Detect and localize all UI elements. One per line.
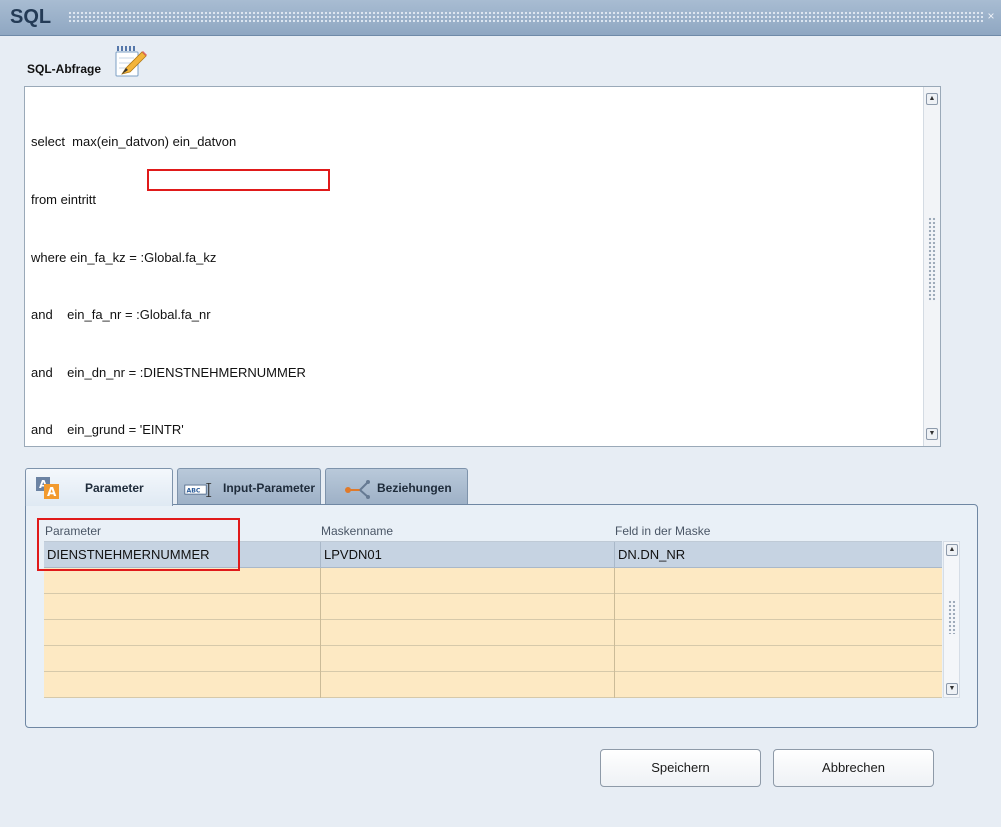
tab-beziehungen-label: Beziehungen <box>377 481 452 495</box>
table-row[interactable] <box>44 594 942 620</box>
column-header-maskenname: Maskenname <box>321 524 394 538</box>
cell-parameter[interactable] <box>44 620 321 646</box>
table-body: DIENSTNEHMERNUMMER LPVDN01 DN.DN_NR <box>44 541 942 698</box>
cell-feld[interactable] <box>615 620 942 646</box>
sql-line: and ein_dn_nr = :DIENSTNEHMERNUMMER <box>31 364 306 380</box>
cell-maskenname[interactable] <box>321 620 615 646</box>
pencil-notepad-icon <box>115 46 147 77</box>
cell-feld[interactable] <box>615 646 942 672</box>
table-row[interactable] <box>44 620 942 646</box>
close-icon[interactable]: × <box>985 10 997 22</box>
cell-maskenname[interactable] <box>321 594 615 620</box>
column-header-parameter: Parameter <box>45 524 102 538</box>
title-bar-grip[interactable] <box>68 11 983 24</box>
tab-parameter-label: Parameter <box>85 481 144 495</box>
save-button[interactable]: Speichern <box>600 749 761 787</box>
cell-parameter[interactable] <box>44 672 321 698</box>
sql-code[interactable]: select max(ein_datvon) ein_datvon from e… <box>31 94 914 478</box>
table-header: Parameter Maskenname Feld in der Maske <box>44 516 942 541</box>
sql-line: where ein_fa_kz = :Global.fa_kz <box>31 249 217 265</box>
sql-query-label: SQL-Abfrage <box>27 62 102 76</box>
cell-parameter[interactable]: DIENSTNEHMERNUMMER <box>44 542 321 568</box>
cell-maskenname[interactable] <box>321 568 615 594</box>
sql-line: and ein_grund = 'EINTR' <box>31 422 184 438</box>
sql-line: and ein_fa_nr = :Global.fa_nr <box>31 307 211 323</box>
table-scrollbar[interactable]: ▲ ▼ <box>943 541 960 698</box>
tab-input-parameter[interactable]: ABC Input-Parameter <box>177 468 321 505</box>
tab-input-parameter-label: Input-Parameter <box>223 481 316 495</box>
title-bar: SQL × <box>0 0 1001 36</box>
cell-maskenname[interactable]: LPVDN01 <box>321 542 615 568</box>
abc-input-icon: ABC <box>184 483 212 497</box>
cell-parameter[interactable] <box>44 646 321 672</box>
cancel-button[interactable]: Abbrechen <box>773 749 934 787</box>
cell-feld[interactable] <box>615 594 942 620</box>
table-row[interactable]: DIENSTNEHMERNUMMER LPVDN01 DN.DN_NR <box>44 542 942 568</box>
parameter-table: Parameter Maskenname Feld in der Maske D… <box>44 516 961 698</box>
tab-parameter[interactable]: A A Parameter <box>25 468 173 506</box>
cell-parameter[interactable] <box>44 594 321 620</box>
window-title: SQL <box>10 6 52 28</box>
sql-line: select max(ein_datvon) ein_datvon <box>31 134 237 150</box>
parameter-icon: A A <box>36 477 59 499</box>
scroll-grip-icon[interactable] <box>928 217 936 301</box>
scroll-down-icon[interactable]: ▼ <box>946 683 958 695</box>
sql-editor[interactable]: select max(ein_datvon) ein_datvon from e… <box>24 86 941 447</box>
scroll-up-icon[interactable]: ▲ <box>926 93 938 105</box>
table-row[interactable] <box>44 672 942 698</box>
cell-feld[interactable]: DN.DN_NR <box>615 542 942 568</box>
svg-text:A: A <box>47 485 57 499</box>
scroll-up-icon[interactable]: ▲ <box>946 544 958 556</box>
table-row[interactable] <box>44 568 942 594</box>
cell-maskenname[interactable] <box>321 672 615 698</box>
cell-maskenname[interactable] <box>321 646 615 672</box>
cell-parameter[interactable] <box>44 568 321 594</box>
scroll-down-icon[interactable]: ▼ <box>926 428 938 440</box>
sql-line: from eintritt <box>31 192 97 208</box>
editor-scrollbar[interactable]: ▲ ▼ <box>923 87 940 446</box>
svg-text:ABC: ABC <box>186 487 200 494</box>
table-row[interactable] <box>44 646 942 672</box>
cell-feld[interactable] <box>615 672 942 698</box>
tab-beziehungen[interactable]: Beziehungen <box>325 468 468 505</box>
relations-icon <box>345 480 370 499</box>
scroll-grip-icon[interactable] <box>948 600 956 634</box>
column-header-feld: Feld in der Maske <box>615 524 711 538</box>
cell-feld[interactable] <box>615 568 942 594</box>
